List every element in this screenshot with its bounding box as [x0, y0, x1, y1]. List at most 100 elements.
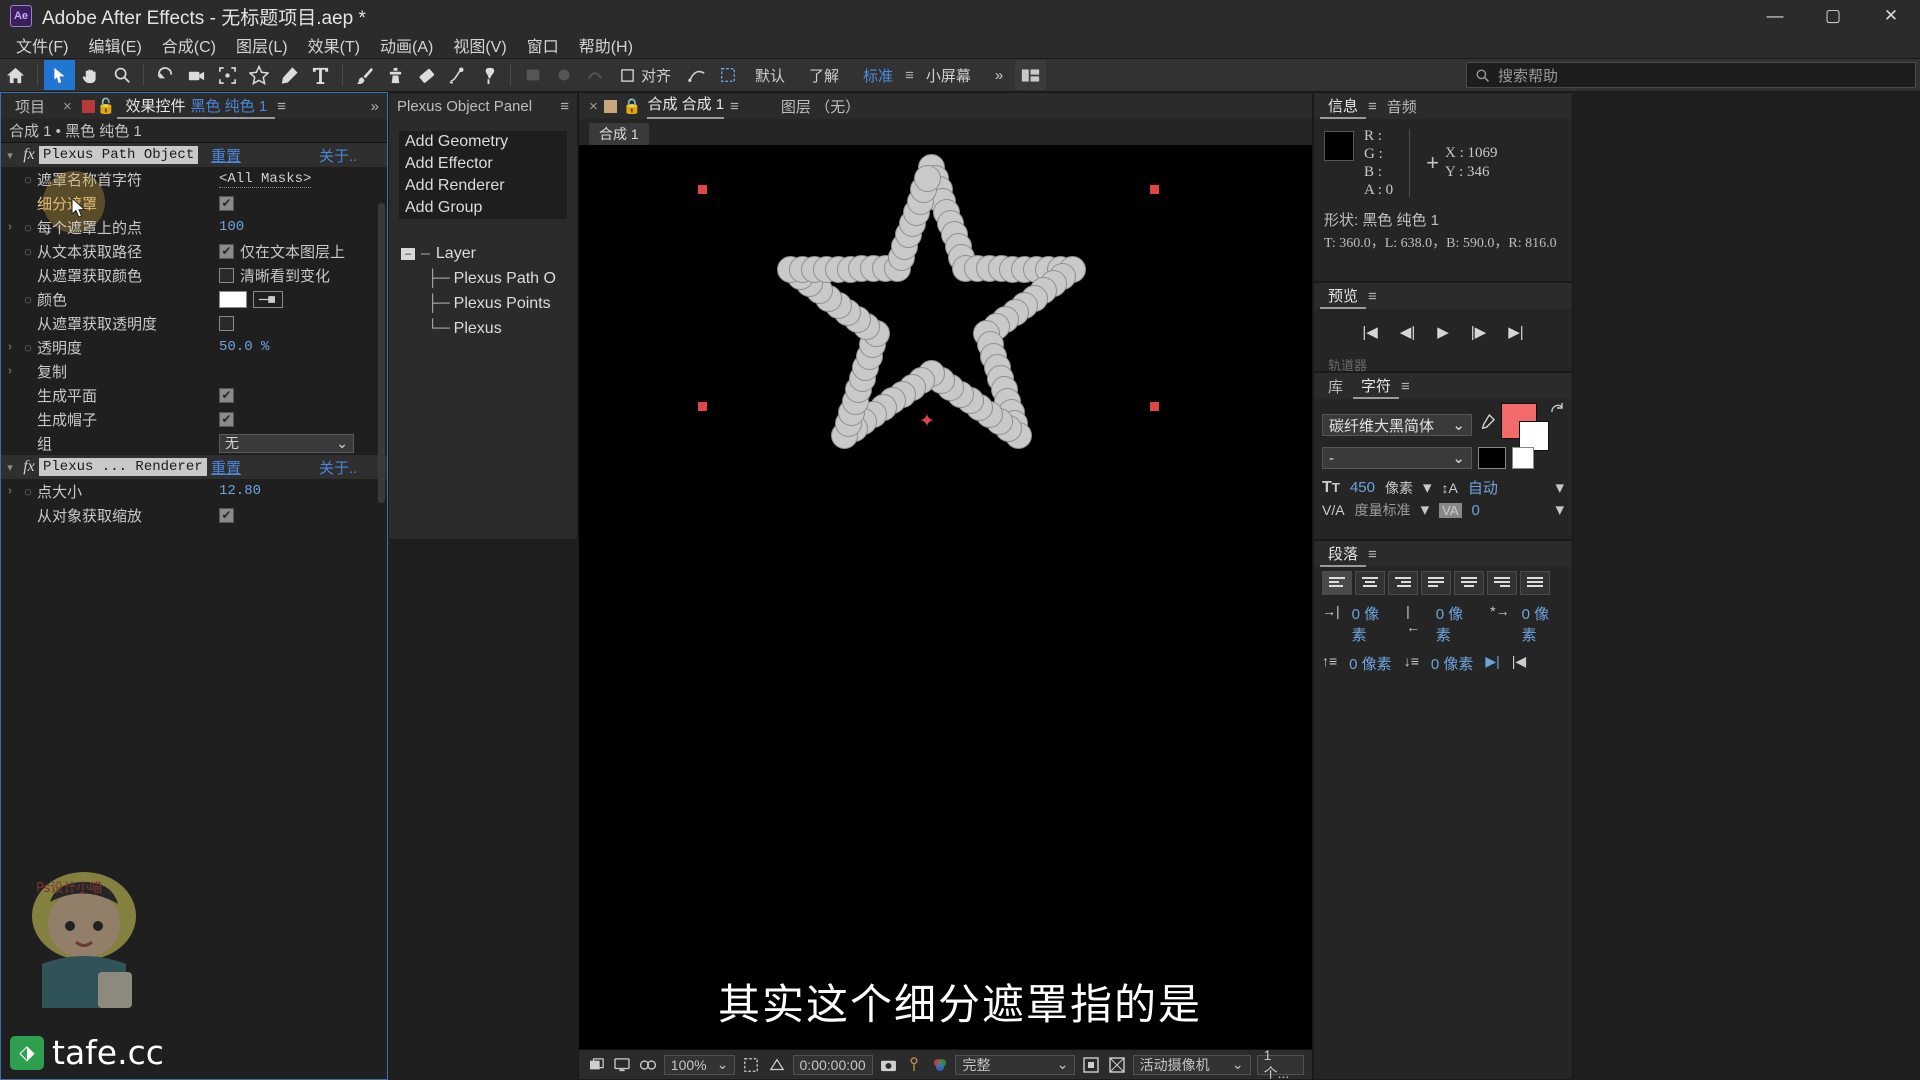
prop-row-get-path-from-text[interactable]: ◌ 从文本获取路径 ✔ 仅在文本图层上 [1, 239, 387, 263]
effect-reset-link[interactable]: 重置 [211, 457, 241, 478]
text-tool-icon[interactable] [305, 60, 336, 90]
rotation-tool-icon[interactable] [150, 60, 181, 90]
tab-library[interactable]: 库 [1320, 373, 1351, 399]
swap-colors-icon[interactable] [1549, 401, 1563, 415]
clone-stamp-icon[interactable] [380, 60, 411, 90]
tracking-value[interactable]: 0 [1472, 502, 1480, 519]
preview-panel-menu-icon[interactable]: ≡ [1368, 288, 1377, 305]
menu-effect[interactable]: 效果(T) [300, 31, 368, 59]
transparency-grid-icon[interactable] [1081, 1055, 1101, 1075]
menu-animation[interactable]: 动画(A) [372, 31, 441, 59]
minimize-button[interactable]: — [1746, 0, 1804, 32]
prop-row-get-opacity-from-mask[interactable]: 从遮罩获取透明度 [1, 311, 387, 335]
add-renderer-button[interactable]: Add Renderer [399, 175, 567, 197]
always-preview-icon[interactable] [587, 1055, 607, 1075]
grid-guides-icon[interactable] [767, 1055, 787, 1075]
leading-value[interactable]: 自动 [1468, 477, 1498, 498]
region-of-interest-icon[interactable] [212, 60, 243, 90]
home-icon[interactable] [0, 60, 31, 90]
prop-row-generate-cap[interactable]: 生成帽子 ✔ [1, 407, 387, 431]
paragraph-panel-menu-icon[interactable]: ≡ [1368, 546, 1377, 563]
prop-checkbox[interactable] [219, 315, 234, 331]
align-toggle[interactable]: 对齐 [610, 65, 681, 86]
prop-checkbox[interactable]: ✔ [219, 195, 234, 211]
prop-row-point-size[interactable]: › ◌ 点大小 12.80 [1, 479, 387, 503]
selection-handle-tl[interactable] [698, 185, 707, 194]
prop-checkbox[interactable] [219, 267, 234, 283]
tracking-metric-label[interactable]: 度量标准 [1355, 500, 1411, 520]
toggle-mask-icon[interactable] [1107, 1055, 1127, 1075]
show-snapshot-icon[interactable] [904, 1055, 924, 1075]
tab-info[interactable]: 信息 [1320, 93, 1367, 119]
direction-ltr-icon[interactable]: ▶| [1485, 653, 1499, 674]
workspace-small-screen[interactable]: 小屏幕 [914, 65, 983, 86]
prop-checkbox[interactable]: ✔ [219, 387, 234, 403]
color-swatch[interactable] [219, 290, 247, 308]
prop-row-group[interactable]: 组 无 ⌄ [1, 431, 387, 455]
go-to-start-icon[interactable]: |◀ [1362, 323, 1377, 341]
prop-row-duplicate[interactable]: › 复制 [1, 359, 387, 383]
menu-window[interactable]: 窗口 [519, 31, 567, 59]
chevron-down-icon[interactable]: ▾ [1555, 478, 1564, 498]
brush-tool-icon[interactable] [349, 60, 380, 90]
selection-handle-tr[interactable] [1150, 185, 1159, 194]
pen-tool-icon[interactable] [274, 60, 305, 90]
workspace-standard[interactable]: 标准 [851, 65, 905, 86]
eyedropper-icon[interactable] [253, 290, 283, 308]
font-size-value[interactable]: 450 [1350, 479, 1375, 496]
camera-tool-icon[interactable] [181, 60, 212, 90]
prop-row-color[interactable]: ◌ 颜色 [1, 287, 387, 311]
font-style-select[interactable]: - ⌄ [1322, 447, 1472, 469]
workspace-overflow[interactable]: » [983, 67, 1015, 84]
workspace-default[interactable]: 默认 [743, 65, 797, 86]
stopwatch-icon[interactable]: ◌ [19, 292, 37, 307]
selection-tool-icon[interactable] [44, 60, 75, 90]
chevron-down-icon[interactable]: ▾ [1555, 500, 1564, 520]
stopwatch-icon[interactable]: ◌ [19, 220, 37, 235]
shape-tool-icon[interactable] [243, 60, 274, 90]
stopwatch-icon[interactable]: ◌ [19, 172, 37, 187]
no-fill-preset[interactable] [1512, 447, 1534, 469]
chevron-down-icon[interactable]: ▾ [1421, 500, 1430, 520]
effect-controls-scrollbar[interactable] [378, 203, 385, 503]
eraser-tool-icon[interactable] [411, 60, 442, 90]
maximize-button[interactable]: ▢ [1804, 0, 1862, 32]
play-icon[interactable]: ▶ [1437, 323, 1449, 341]
tree-node-layer[interactable]: – – Layer [401, 241, 577, 266]
tab-effect-controls[interactable]: 效果控件 黑色 纯色 1 [117, 93, 276, 119]
font-family-select[interactable]: 碳纤维大黑简体 ⌄ [1322, 414, 1472, 436]
align-left-button[interactable] [1322, 571, 1352, 595]
menu-help[interactable]: 帮助(H) [571, 31, 641, 59]
workspace-menu-icon[interactable]: ≡ [905, 67, 914, 84]
stopwatch-icon[interactable]: ◌ [19, 484, 37, 499]
hand-tool-icon[interactable] [75, 60, 106, 90]
twirl-icon[interactable]: ▾ [1, 461, 19, 474]
next-frame-icon[interactable]: |▶ [1471, 323, 1486, 341]
prop-row-generate-plane[interactable]: 生成平面 ✔ [1, 383, 387, 407]
workspace-learn[interactable]: 了解 [797, 65, 851, 86]
tab-paragraph[interactable]: 段落 [1320, 541, 1367, 567]
prop-row-subdivide-mask[interactable]: 细分遮罩 ✔ [1, 171, 387, 233]
twirl-icon[interactable]: › [1, 365, 19, 377]
indent-left-value[interactable]: 0 像素 [1352, 603, 1394, 645]
twirl-icon[interactable]: › [1, 221, 19, 233]
eyedropper-icon[interactable] [1478, 413, 1496, 436]
workspace-layout-icon[interactable] [1015, 60, 1047, 90]
views-select[interactable]: 1 个... [1256, 1047, 1304, 1080]
channel-rgb-icon[interactable] [930, 1055, 950, 1075]
composition-canvas[interactable]: ✦ [579, 145, 1312, 1049]
info-panel-menu-icon[interactable]: ≡ [1368, 98, 1377, 115]
menu-file[interactable]: 文件(F) [8, 31, 76, 59]
current-time-display[interactable]: 0:00:00:00 [792, 1054, 873, 1075]
menu-view[interactable]: 视图(V) [445, 31, 514, 59]
tab-audio[interactable]: 音频 [1379, 93, 1425, 119]
twirl-icon[interactable]: › [1, 485, 19, 497]
prop-checkbox[interactable]: ✔ [219, 243, 234, 259]
prop-row-mask-name-prefix[interactable]: ◌ 遮罩名称首字符 <All Masks> [1, 167, 387, 191]
effect-controls-menu-icon[interactable]: ≡ [277, 98, 286, 115]
graph-editor-icon[interactable] [681, 60, 712, 90]
tab-project[interactable]: 项目 [7, 93, 53, 119]
selection-handle-br[interactable] [1150, 402, 1159, 411]
stopwatch-icon[interactable]: ◌ [19, 340, 37, 355]
prop-checkbox[interactable]: ✔ [219, 411, 234, 427]
